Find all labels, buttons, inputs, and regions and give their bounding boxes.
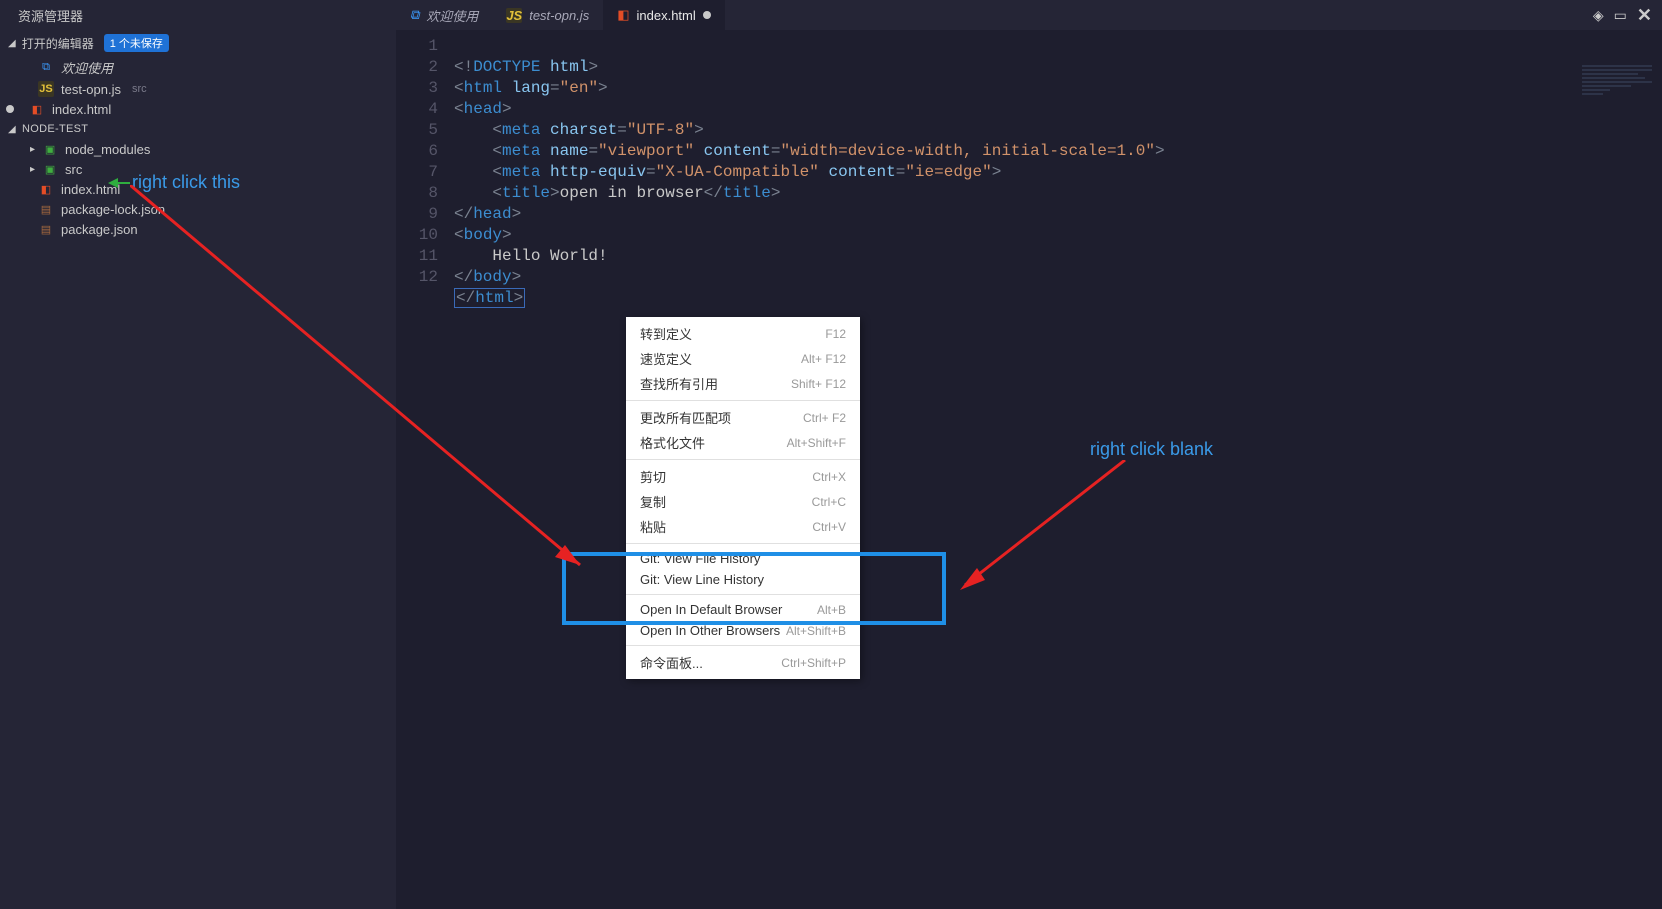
vscode-icon: ⧉ <box>38 60 54 76</box>
folder-icon: ▣ <box>42 141 58 157</box>
open-editors-header[interactable]: ◢ 打开的编辑器 1 个未保存 <box>0 30 396 56</box>
close-icon[interactable]: ✕ <box>1637 5 1652 26</box>
tab-label: 欢迎使用 <box>426 6 478 25</box>
ctx-change-all[interactable]: 更改所有匹配项Ctrl+ F2 <box>626 405 860 430</box>
explorer-sidebar: ◢ 打开的编辑器 1 个未保存 ⧉ 欢迎使用 JS test-opn.js sr… <box>0 30 396 909</box>
section-label: 打开的编辑器 <box>22 35 94 52</box>
menu-separator <box>626 459 860 460</box>
json-icon: ▤ <box>38 221 54 237</box>
ctx-cut[interactable]: 剪切Ctrl+X <box>626 464 860 489</box>
menu-separator <box>626 543 860 544</box>
item-label: test-opn.js <box>61 82 121 97</box>
chevron-down-icon: ◢ <box>8 38 16 49</box>
ctx-open-other-browsers[interactable]: Open In Other BrowsersAlt+Shift+B <box>626 620 860 641</box>
code-editor[interactable]: 123 456 789 101112 <!DOCTYPE html> <html… <box>396 30 1662 909</box>
ctx-find-references[interactable]: 查找所有引用Shift+ F12 <box>626 371 860 396</box>
vscode-icon: ⧉ <box>410 7 419 23</box>
open-editor-welcome[interactable]: ⧉ 欢迎使用 <box>0 56 396 79</box>
minimap[interactable] <box>1582 65 1652 95</box>
restore-icon[interactable]: ▭ <box>1614 7 1627 24</box>
json-icon: ▤ <box>38 201 54 217</box>
tab-test-opn[interactable]: JS test-opn.js <box>492 0 603 30</box>
editor-tabs: ⧉ 欢迎使用 JS test-opn.js ◧ index.html <box>396 0 725 30</box>
menu-separator <box>626 400 860 401</box>
tree-package-lock[interactable]: ▤ package-lock.json <box>0 199 396 219</box>
ctx-peek-definition[interactable]: 速览定义Alt+ F12 <box>626 346 860 371</box>
code-content[interactable]: <!DOCTYPE html> <html lang="en"> <head> … <box>454 36 1662 309</box>
open-editor-test-opn[interactable]: JS test-opn.js src <box>0 79 396 99</box>
ctx-goto-definition[interactable]: 转到定义F12 <box>626 321 860 346</box>
ctx-git-line-history[interactable]: Git: View Line History <box>626 569 860 590</box>
item-label: package.json <box>61 222 138 237</box>
annotation-right: right click blank <box>1090 439 1213 460</box>
item-label: package-lock.json <box>61 202 165 217</box>
dirty-indicator-icon <box>703 11 711 19</box>
html-icon: ◧ <box>29 101 45 117</box>
dirty-indicator-icon <box>6 105 14 113</box>
tree-node-modules[interactable]: ▸ ▣ node_modules <box>0 139 396 159</box>
chevron-down-icon: ◢ <box>8 124 16 135</box>
annotation-left: right click this <box>132 172 240 193</box>
tab-welcome[interactable]: ⧉ 欢迎使用 <box>396 0 492 30</box>
ctx-open-default-browser[interactable]: Open In Default BrowserAlt+B <box>626 599 860 620</box>
compare-icon[interactable]: ◈ <box>1593 7 1604 24</box>
item-label: index.html <box>52 102 111 117</box>
item-detail: src <box>132 83 147 95</box>
unsaved-badge: 1 个未保存 <box>104 34 169 52</box>
chevron-right-icon: ▸ <box>30 164 35 175</box>
html-icon: ◧ <box>617 7 629 23</box>
item-label: src <box>65 162 82 177</box>
tab-index-html[interactable]: ◧ index.html <box>603 0 725 30</box>
js-icon: JS <box>38 81 54 97</box>
ctx-format-document[interactable]: 格式化文件Alt+Shift+F <box>626 430 860 455</box>
folder-icon: ▣ <box>42 161 58 177</box>
project-header[interactable]: ◢ NODE-TEST <box>0 119 396 139</box>
tab-label: test-opn.js <box>529 8 589 23</box>
item-label: index.html <box>61 182 120 197</box>
explorer-title: 资源管理器 <box>0 0 396 30</box>
tree-package-json[interactable]: ▤ package.json <box>0 219 396 239</box>
item-label: node_modules <box>65 142 150 157</box>
open-editor-index-html[interactable]: ◧ index.html <box>0 99 396 119</box>
title-bar: 资源管理器 ⧉ 欢迎使用 JS test-opn.js ◧ index.html… <box>0 0 1662 30</box>
menu-separator <box>626 645 860 646</box>
project-name: NODE-TEST <box>22 123 88 135</box>
context-menu: 转到定义F12 速览定义Alt+ F12 查找所有引用Shift+ F12 更改… <box>626 317 860 679</box>
html-icon: ◧ <box>38 181 54 197</box>
js-icon: JS <box>506 8 522 23</box>
ctx-git-file-history[interactable]: Git: View File History <box>626 548 860 569</box>
ctx-copy[interactable]: 复制Ctrl+C <box>626 489 860 514</box>
ctx-paste[interactable]: 粘贴Ctrl+V <box>626 514 860 539</box>
chevron-right-icon: ▸ <box>30 144 35 155</box>
item-label: 欢迎使用 <box>61 58 113 77</box>
window-controls: ◈ ▭ ✕ <box>1593 0 1662 30</box>
ctx-command-palette[interactable]: 命令面板...Ctrl+Shift+P <box>626 650 860 675</box>
line-gutter: 123 456 789 101112 <box>396 36 452 288</box>
tab-label: index.html <box>637 8 696 23</box>
menu-separator <box>626 594 860 595</box>
